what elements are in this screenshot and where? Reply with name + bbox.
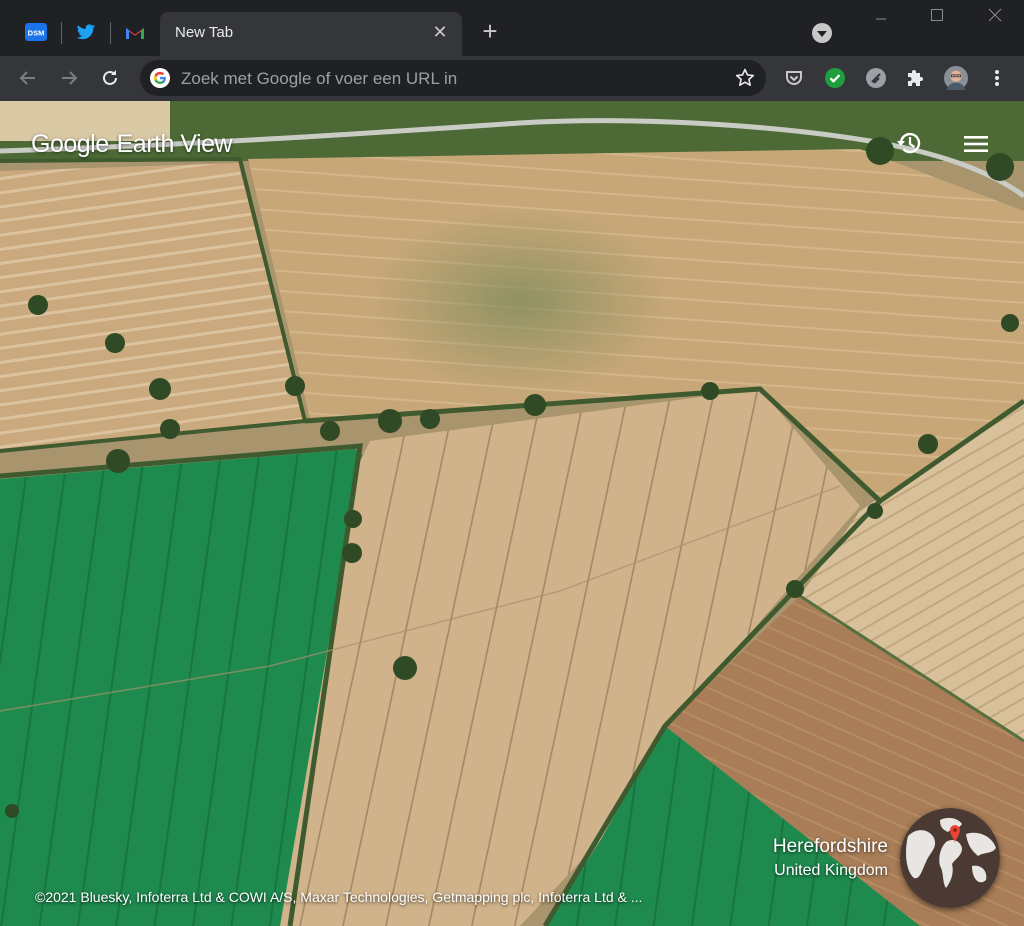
svg-text:DSM: DSM (28, 29, 45, 38)
extensions-button[interactable] (904, 66, 928, 90)
bookmark-star-icon[interactable] (734, 67, 756, 89)
twitter-icon (76, 23, 96, 39)
security-extension[interactable] (823, 66, 847, 90)
location-country: United Kingdom (774, 862, 888, 879)
attribution-text: ©2021 Bluesky, Infoterra Ltd & COWI A/S,… (35, 889, 643, 905)
arrow-left-icon (19, 71, 35, 85)
earth-view-logo[interactable]: Google Earth View (31, 130, 233, 159)
menu-button[interactable] (985, 66, 1009, 90)
tab-separator (110, 22, 111, 44)
close-icon[interactable]: ✕ (430, 22, 450, 42)
tab-new-tab[interactable]: New Tab ✕ (160, 12, 462, 56)
kebab-menu-icon (995, 70, 999, 86)
check-shield-icon (825, 68, 845, 88)
browser-toolbar: Zoek met Google of voer een URL in (0, 56, 1024, 101)
brand-product: Earth View (116, 130, 233, 158)
tab-title: New Tab (175, 24, 234, 41)
omnibox[interactable]: Zoek met Google of voer een URL in (140, 60, 766, 96)
avatar (944, 66, 968, 90)
brand-google: Google (31, 130, 109, 158)
pinned-tab-dsm[interactable]: DSM (24, 20, 48, 44)
dsm-favicon: DSM (25, 23, 47, 41)
puzzle-icon (908, 70, 923, 86)
globe-icon (900, 808, 1000, 908)
tab-separator (61, 22, 62, 44)
tab-search-icon[interactable] (812, 23, 832, 43)
earth-view-page: Google Earth View Herefordshire United Ki… (0, 101, 1024, 926)
back-button[interactable] (14, 64, 42, 92)
omnibox-input[interactable]: Zoek met Google of voer een URL in (181, 69, 457, 89)
forward-button[interactable] (55, 64, 83, 92)
reload-icon (103, 70, 117, 85)
plus-icon[interactable]: + (478, 18, 502, 44)
arrow-right-icon (62, 71, 78, 85)
history-icon[interactable] (894, 128, 924, 158)
pinned-tab-twitter[interactable] (74, 20, 98, 44)
globe-button[interactable] (900, 808, 1000, 908)
reload-button[interactable] (96, 64, 124, 92)
google-g-icon (150, 68, 170, 88)
pocket-extension[interactable] (782, 66, 806, 90)
location-region: Herefordshire (772, 836, 888, 857)
feedly-extension[interactable] (864, 66, 888, 90)
minimize-button[interactable] (866, 8, 896, 32)
maximize-button[interactable] (922, 8, 952, 32)
close-window-button[interactable] (980, 8, 1010, 32)
pocket-icon (786, 71, 802, 85)
gmail-icon (126, 27, 144, 39)
satellite-image (0, 101, 1024, 926)
tab-strip: DSM New Tab ✕ + (0, 0, 1024, 56)
hamburger-menu-icon[interactable] (961, 129, 991, 159)
profile-avatar[interactable] (944, 66, 968, 90)
pinned-tab-gmail[interactable] (123, 20, 147, 44)
feedly-icon (866, 68, 886, 88)
